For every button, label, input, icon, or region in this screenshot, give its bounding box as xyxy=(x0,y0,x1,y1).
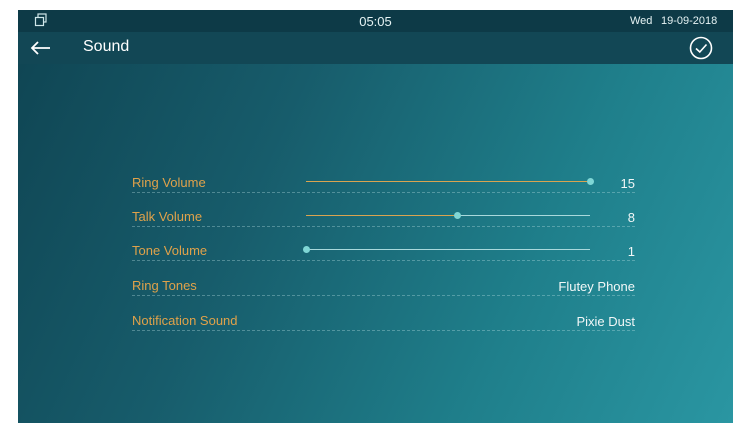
status-date: 19-09-2018 xyxy=(661,15,718,27)
row-divider xyxy=(132,226,635,227)
status-day: Wed xyxy=(630,15,653,27)
setting-row-notification-sound[interactable]: Notification Sound Pixie Dust xyxy=(132,313,635,333)
slider-thumb[interactable] xyxy=(587,178,594,185)
page-title: Sound xyxy=(83,38,130,55)
slider-track xyxy=(306,249,590,250)
checkmark-circle-icon[interactable] xyxy=(688,35,714,61)
ring-volume-value: 15 xyxy=(620,176,635,191)
status-bar: 05:05 Wed 19-09-2018 xyxy=(18,10,733,32)
row-divider xyxy=(132,192,635,193)
tone-volume-label[interactable]: Tone Volume xyxy=(132,243,207,258)
slider-thumb[interactable] xyxy=(454,212,462,219)
ring-tones-label[interactable]: Ring Tones xyxy=(132,278,197,293)
setting-row-ring-tones[interactable]: Ring Tones Flutey Phone xyxy=(132,278,635,298)
back-arrow-icon[interactable] xyxy=(28,38,54,58)
talk-volume-label[interactable]: Talk Volume xyxy=(132,209,202,224)
talk-volume-value: 8 xyxy=(627,210,635,225)
slider-fill xyxy=(306,181,590,182)
slider-thumb[interactable] xyxy=(303,246,310,253)
row-divider xyxy=(132,260,635,261)
ring-volume-label[interactable]: Ring Volume xyxy=(132,175,206,190)
row-divider xyxy=(132,330,635,331)
title-bar: Sound xyxy=(18,32,733,64)
tone-volume-slider[interactable] xyxy=(303,243,590,259)
tone-volume-value: 1 xyxy=(627,244,635,259)
sound-settings-screen: 05:05 Wed 19-09-2018 Sound Ring Volume 1… xyxy=(18,10,733,423)
talk-volume-slider[interactable] xyxy=(306,209,590,225)
setting-row-ring-volume: Ring Volume 15 xyxy=(132,175,635,195)
setting-row-tone-volume: Tone Volume 1 xyxy=(132,243,635,263)
notification-sound-value[interactable]: Pixie Dust xyxy=(576,314,635,329)
slider-fill xyxy=(306,215,458,216)
ring-volume-slider[interactable] xyxy=(306,175,594,191)
setting-row-talk-volume: Talk Volume 8 xyxy=(132,209,635,229)
status-clock: 05:05 xyxy=(359,14,392,29)
ring-tones-value[interactable]: Flutey Phone xyxy=(558,279,635,294)
notification-sound-label[interactable]: Notification Sound xyxy=(132,313,238,328)
row-divider xyxy=(132,295,635,296)
